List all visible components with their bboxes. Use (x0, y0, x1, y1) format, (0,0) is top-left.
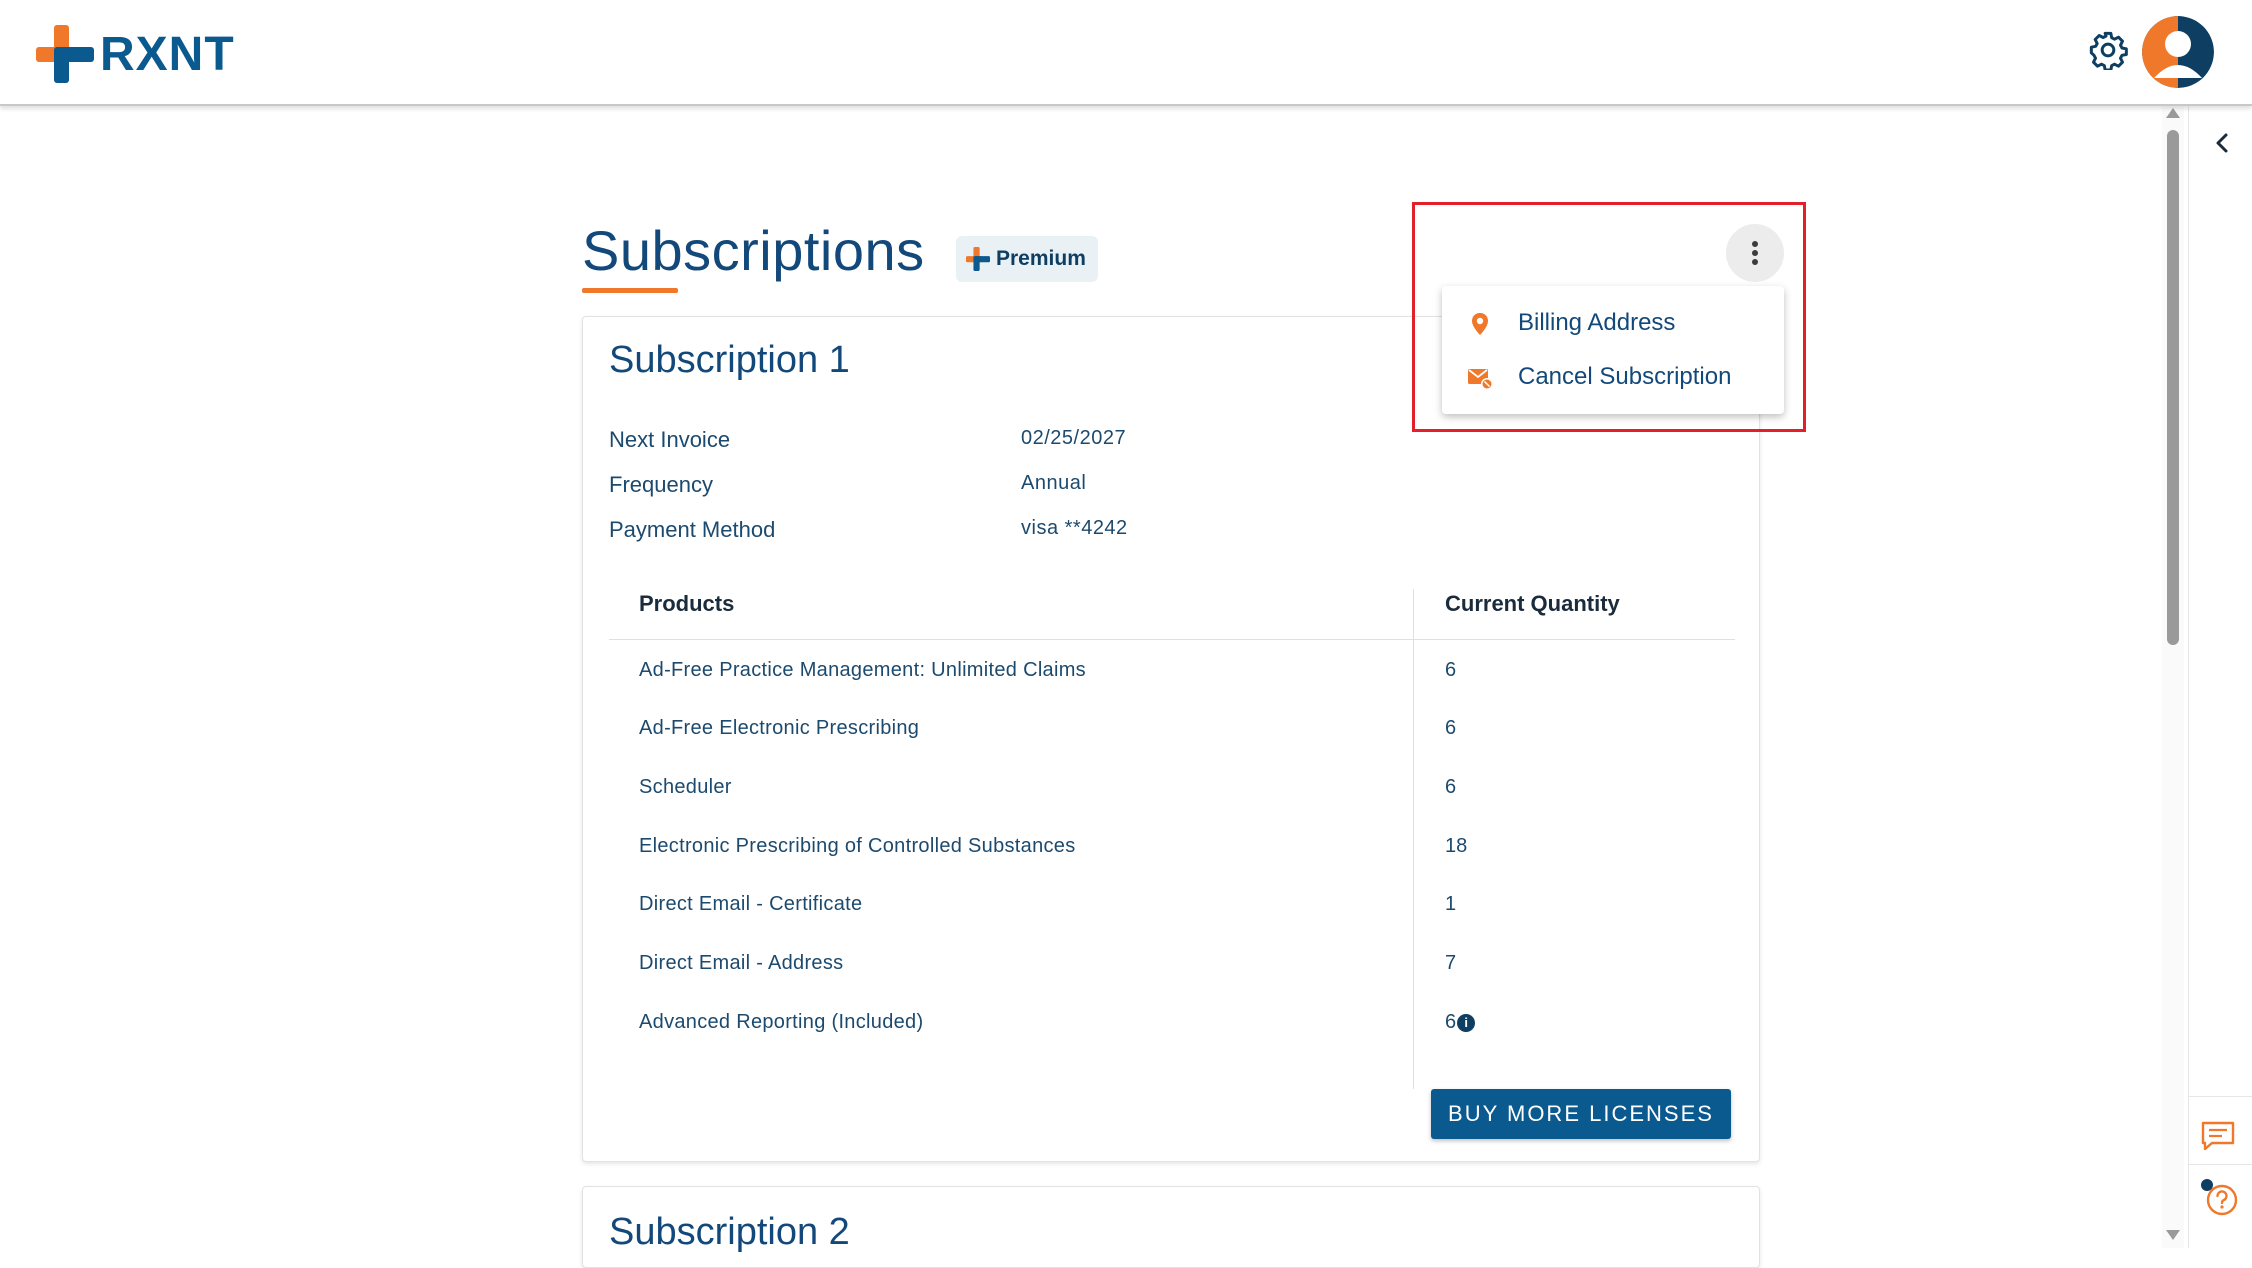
info-icon[interactable]: i (1457, 1013, 1476, 1032)
product-qty: 6 (1445, 659, 1457, 681)
rail-divider (2189, 1164, 2252, 1165)
product-name: Ad-Free Electronic Prescribing (639, 717, 920, 739)
rail-divider (2189, 1096, 2252, 1097)
right-rail (2188, 106, 2252, 1248)
product-qty: 18 (1445, 835, 1468, 857)
page-title: Subscriptions (582, 219, 925, 282)
product-name: Ad-Free Practice Management: Unlimited C… (639, 659, 1086, 681)
product-qty: 7 (1445, 952, 1457, 974)
product-name: Direct Email - Certificate (639, 893, 863, 915)
top-bar: RXNT (0, 0, 2252, 106)
chevron-left-icon[interactable] (2208, 126, 2236, 160)
product-name: Direct Email - Address (639, 952, 844, 974)
table-header-divider (609, 639, 1735, 640)
kebab-menu-icon (1752, 241, 1758, 265)
menu-item-label: Cancel Subscription (1518, 363, 1732, 390)
cross-logo-icon (966, 247, 990, 271)
detail-value: Annual (1021, 472, 1087, 494)
product-qty: 1 (1445, 893, 1457, 915)
chat-icon[interactable] (2200, 1120, 2236, 1152)
detail-label: Frequency (609, 472, 713, 497)
product-name: Advanced Reporting (Included) (639, 1011, 924, 1033)
product-qty: 6 (1445, 1011, 1457, 1033)
menu-item-label: Billing Address (1518, 309, 1676, 336)
subscription-card: Subscription 2 (582, 1186, 1760, 1268)
product-qty: 6 (1445, 776, 1457, 798)
premium-badge: Premium (956, 236, 1098, 282)
help-icon[interactable] (2198, 1176, 2240, 1218)
options-menu: Billing Address Cancel Subscription (1442, 286, 1784, 414)
table-column-divider (1413, 589, 1414, 1089)
cross-logo-icon (36, 25, 94, 83)
scroll-up-arrow-icon[interactable] (2166, 108, 2180, 118)
detail-value: visa **4242 (1021, 517, 1128, 539)
location-pin-icon (1472, 313, 1488, 335)
products-header: Products (639, 591, 735, 616)
more-options-button[interactable] (1726, 224, 1784, 282)
product-name: Electronic Prescribing of Controlled Sub… (639, 835, 1076, 857)
detail-value: 02/25/2027 (1021, 427, 1127, 449)
product-qty-with-info: 6 i (1445, 1011, 1476, 1034)
menu-item-billing-address[interactable]: Billing Address (1442, 296, 1784, 350)
scrollbar-thumb[interactable] (2167, 130, 2179, 645)
menu-item-cancel-subscription[interactable]: Cancel Subscription (1442, 350, 1784, 404)
product-qty: 6 (1445, 717, 1457, 739)
user-avatar-icon[interactable] (2142, 16, 2214, 88)
mail-cancel-icon (1468, 369, 1493, 390)
product-name: Scheduler (639, 776, 732, 798)
badge-label: Premium (996, 247, 1086, 270)
logo-text: RXNT (100, 27, 235, 81)
subscription-title: Subscription 1 (609, 339, 850, 381)
subscription-card: Subscription 1 Next Invoice 02/25/2027 F… (582, 316, 1760, 1162)
buy-more-licenses-button[interactable]: BUY MORE LICENSES (1431, 1089, 1731, 1139)
title-underline (582, 288, 678, 293)
detail-label: Payment Method (609, 517, 776, 542)
detail-label: Next Invoice (609, 427, 731, 452)
gear-icon[interactable] (2088, 30, 2128, 70)
quantity-header: Current Quantity (1445, 591, 1620, 616)
scroll-down-arrow-icon[interactable] (2166, 1230, 2180, 1240)
rxnt-logo[interactable]: RXNT (36, 24, 235, 84)
